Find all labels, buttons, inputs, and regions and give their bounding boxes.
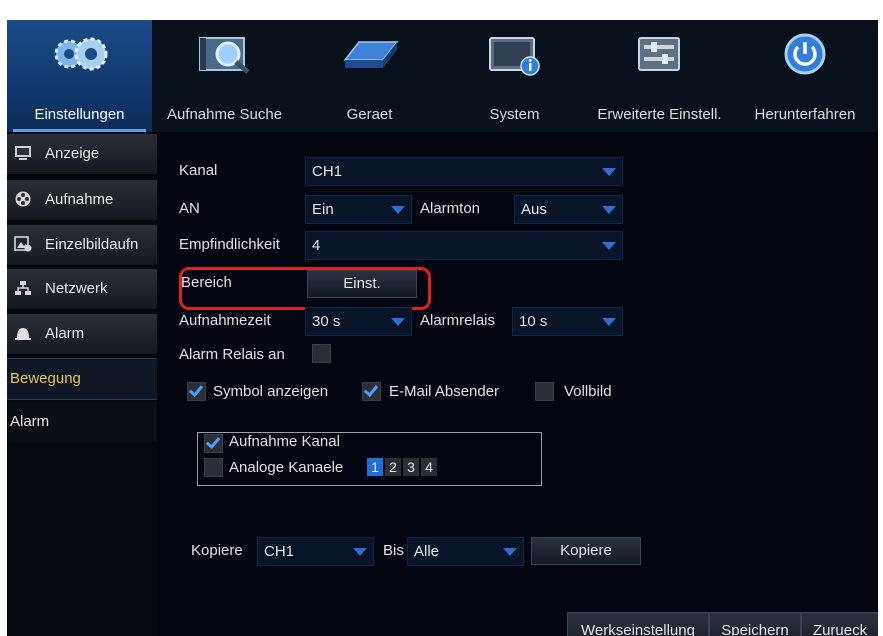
kopiere-from-select[interactable]: CH1 xyxy=(257,537,374,566)
channel-1-toggle[interactable]: 1 xyxy=(367,458,383,476)
analoge-kanaele-label: Analoge Kanaele xyxy=(229,459,344,476)
tab-label: Erweiterte Einstell. xyxy=(597,106,722,123)
bereich-einstellen-button[interactable]: Einst. xyxy=(307,270,417,298)
hard-drive-icon xyxy=(343,41,399,68)
kopiere-from-value: CH1 xyxy=(264,543,295,560)
sidebar-item-label: Alarm xyxy=(45,325,85,342)
gears-icon xyxy=(54,37,108,71)
kopiere-button[interactable]: Kopiere xyxy=(531,537,641,565)
aufnahmezeit-select[interactable]: 30 s xyxy=(305,307,412,336)
bis-select[interactable]: Alle xyxy=(407,537,524,566)
aufnahme-kanal-label: Aufnahme Kanal xyxy=(229,433,340,450)
sidebar-item-label: Anzeige xyxy=(45,145,100,162)
sidebar-subitem-label: Bewegung xyxy=(10,370,81,387)
tab-label: Geraet xyxy=(346,106,393,123)
kanal-value: CH1 xyxy=(312,163,343,180)
an-label: AN xyxy=(179,200,200,217)
sidebar-item-netzwerk[interactable]: Netzwerk xyxy=(7,269,157,310)
email-absender-label: E-Mail Absender xyxy=(389,383,500,400)
sidebar-item-label: Netzwerk xyxy=(45,280,108,297)
chevron-down-icon xyxy=(596,308,622,335)
werkseinstellung-button[interactable]: Werkseinstellung xyxy=(567,612,709,636)
tab-label: Einstellungen xyxy=(34,106,125,123)
alarmrelais-value: 10 s xyxy=(519,313,548,330)
chevron-down-icon xyxy=(385,196,411,223)
tab-geraet[interactable]: Geraet xyxy=(297,20,442,132)
bis-value: Alle xyxy=(414,543,440,560)
sidebar: Anzeige Aufnahme Einzelbildaufn Netzwerk… xyxy=(7,132,157,636)
alarmton-value: Aus xyxy=(521,201,547,218)
alarm-relais-an-checkbox[interactable] xyxy=(312,344,331,363)
tab-label: Aufnahme Suche xyxy=(166,106,283,123)
search-film-icon xyxy=(199,37,250,74)
zurueck-button[interactable]: Zurueck xyxy=(801,612,878,636)
sidebar-subitem-label: Alarm xyxy=(10,413,50,430)
bis-label: Bis xyxy=(383,542,404,559)
chevron-down-icon xyxy=(497,538,523,565)
network-icon xyxy=(15,281,31,295)
empfindlichkeit-label: Empfindlichkeit xyxy=(179,236,280,253)
tab-einstellungen[interactable]: Einstellungen xyxy=(7,20,152,132)
sidebar-item-alarm[interactable]: Alarm xyxy=(7,314,157,355)
bereich-label: Bereich xyxy=(181,274,232,291)
motion-settings-panel: Kanal CH1 AN Ein Alarmton Aus Empfindlic… xyxy=(157,132,878,636)
kanal-select[interactable]: CH1 xyxy=(305,157,623,186)
vollbild-checkbox[interactable] xyxy=(535,382,554,401)
alarmton-label: Alarmton xyxy=(420,200,481,217)
sidebar-item-aufnahme[interactable]: Aufnahme xyxy=(7,180,157,221)
tab-label: Herunterfahren xyxy=(754,106,856,123)
sidebar-subitem-alarm[interactable]: Alarm xyxy=(7,402,157,442)
chevron-down-icon xyxy=(347,538,373,565)
tab-system[interactable]: System xyxy=(442,20,587,132)
film-reel-icon xyxy=(15,191,31,207)
chevron-down-icon xyxy=(596,196,622,223)
top-navigation: Einstellungen Aufnahme Suche Geraet Syst… xyxy=(7,20,878,132)
dvr-settings-window: Einstellungen Aufnahme Suche Geraet Syst… xyxy=(7,20,878,636)
channel-2-toggle[interactable]: 2 xyxy=(385,458,401,476)
aufnahmezeit-label: Aufnahmezeit xyxy=(179,312,271,329)
tab-erweiterte-einstellungen[interactable]: Erweiterte Einstell. xyxy=(587,20,732,132)
sidebar-subitem-bewegung[interactable]: Bewegung xyxy=(7,358,157,400)
alarm-bell-icon xyxy=(15,328,31,340)
advanced-settings-icon xyxy=(638,37,680,71)
system-info-icon xyxy=(489,37,540,76)
symbol-anzeigen-checkbox[interactable] xyxy=(187,382,206,401)
empfindlichkeit-select[interactable]: 4 xyxy=(305,231,623,260)
alarmton-select[interactable]: Aus xyxy=(514,195,623,224)
aufnahme-kanal-checkbox[interactable] xyxy=(204,434,223,453)
email-absender-checkbox[interactable] xyxy=(362,382,381,401)
aufnahmezeit-value: 30 s xyxy=(312,313,341,330)
vollbild-label: Vollbild xyxy=(564,383,612,400)
tab-label: System xyxy=(489,106,540,123)
chevron-down-icon xyxy=(596,158,622,185)
kopiere-label: Kopiere xyxy=(191,542,243,559)
sidebar-item-einzelbildaufn[interactable]: Einzelbildaufn xyxy=(7,225,157,266)
snapshot-icon xyxy=(14,236,32,252)
monitor-icon xyxy=(15,146,31,160)
sidebar-item-anzeige[interactable]: Anzeige xyxy=(7,134,157,175)
alarm-relais-an-label: Alarm Relais an xyxy=(179,346,285,363)
alarmrelais-select[interactable]: 10 s xyxy=(512,307,623,336)
alarmrelais-label: Alarmrelais xyxy=(420,312,496,329)
channel-4-toggle[interactable]: 4 xyxy=(421,458,437,476)
sidebar-item-label: Einzelbildaufn xyxy=(45,236,139,253)
speichern-button[interactable]: Speichern xyxy=(709,612,801,636)
channel-3-toggle[interactable]: 3 xyxy=(403,458,419,476)
sidebar-item-label: Aufnahme xyxy=(45,191,114,208)
chevron-down-icon xyxy=(385,308,411,335)
tab-herunterfahren[interactable]: Herunterfahren xyxy=(732,20,878,132)
an-value: Ein xyxy=(312,201,334,218)
kanal-label: Kanal xyxy=(179,162,218,179)
analoge-kanaele-checkbox[interactable] xyxy=(204,458,223,477)
tab-aufnahme-suche[interactable]: Aufnahme Suche xyxy=(152,20,297,132)
an-select[interactable]: Ein xyxy=(305,195,412,224)
chevron-down-icon xyxy=(596,232,622,259)
power-icon xyxy=(784,33,826,75)
symbol-anzeigen-label: Symbol anzeigen xyxy=(213,383,329,400)
empfindlichkeit-value: 4 xyxy=(312,237,321,254)
